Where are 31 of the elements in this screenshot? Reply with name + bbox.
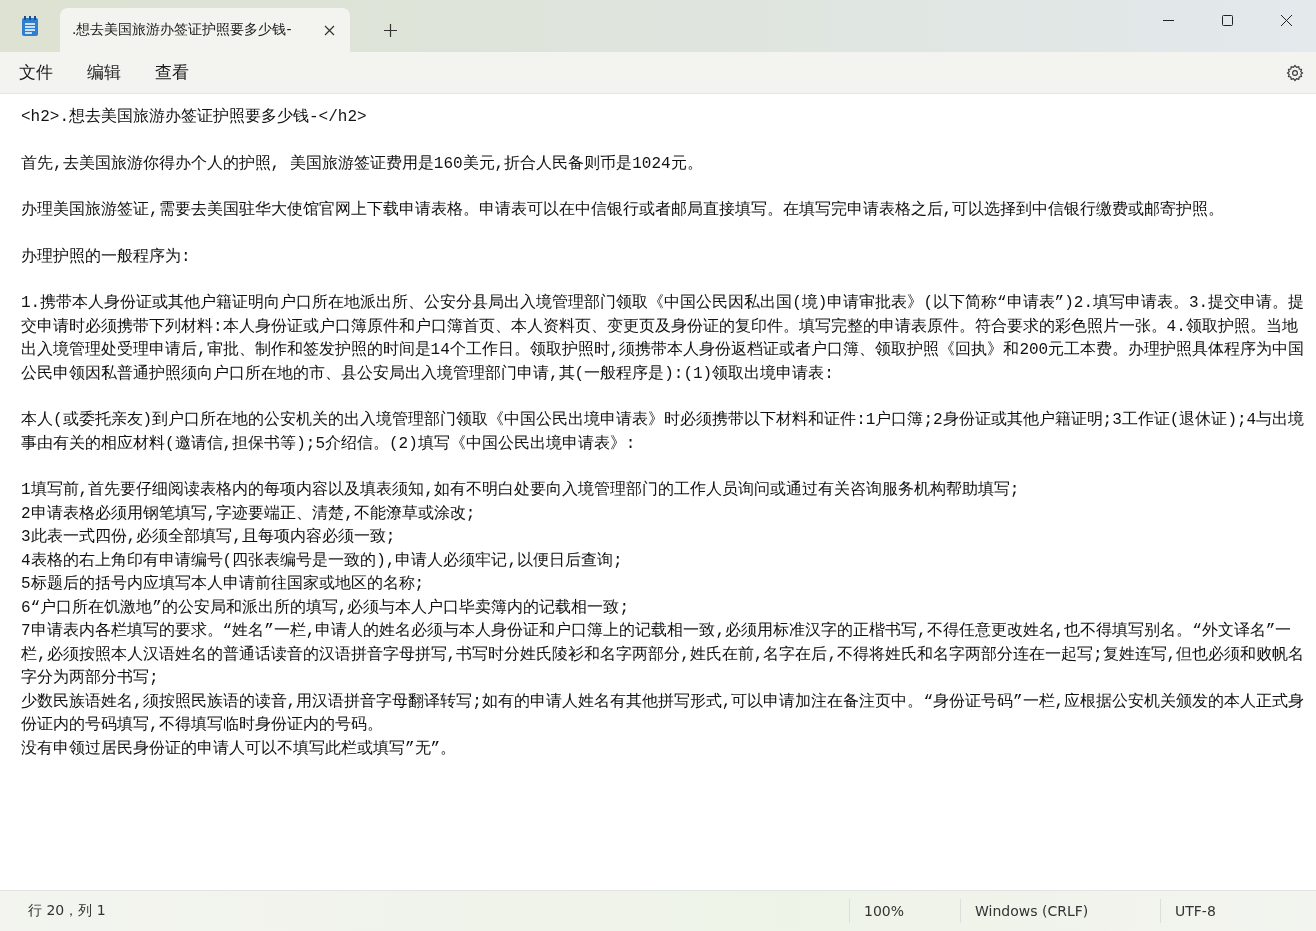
text-line: 4表格的右上角印有申请编号(四张表编号是一致的),申请人必须牢记,以便日后查询;: [21, 550, 624, 572]
text-line: 办理护照的一般程序为:: [21, 246, 192, 268]
text-line: <h2>.想去美国旅游办签证护照要多少钱-</h2>: [21, 106, 368, 128]
cursor-position: 行 20，列 1: [27, 902, 107, 920]
line-ending: Windows (CRLF): [975, 903, 1089, 919]
zoom-level: 100%: [864, 903, 905, 919]
encoding: UTF-8: [1175, 903, 1216, 919]
text-line: 6“户口所在饥激地”的公安局和派出所的填写,必须与本人户口毕卖簿内的记载相一致;: [21, 597, 630, 619]
menu-item[interactable]: 文件: [8, 57, 64, 88]
text-line: 本人(或委托亲友)到户口所在地的公安机关的出入境管理部门领取《中国公民出境申请表》时必须携带以下材料和证件:1户口簿;2身份证或其他户籍证明;3工作证(退休证);4与出境事由有关的相应材料(邀请信,担保书等);5介绍信。(2)填写《中国公民出境申请表》:: [21, 409, 1306, 455]
document-tab[interactable]: .想去美国旅游办签证护照要多少钱-: [60, 8, 350, 52]
minimize-icon: [1163, 19, 1174, 21]
tab-title: .想去美国旅游办签证护照要多少钱-: [72, 21, 292, 39]
text-line: 1.携带本人身份证或其他户籍证明向户口所在地派出所、公安分县局出入境管理部门领取《中国公民因私出国(境)申请审批表》(以下简称“申请表”)2.填写申请表。3.提交申请。提交申请时必须携带下列材料:本人身份证或户口簿原件和户口簿首页、本人资料页、变更页及身份证的复印件。填写完整的申请表原件。符合要求的彩色照片一张。4.领取护照。当地出入境管理处受理申请后,审批、制作和签发护照的时间是14个工作日。领取护照时,须携带本人身份返档证或者户口簿、领取护照《回执》和200元工本费。办理护照具体程序为中国公民申领因私普通护照须向户口所在地的市、县公安局出入境管理部门申请,其(一般程序是):(1)领取出境申请表:: [21, 292, 1306, 385]
text-line: 7申请表内各栏填写的要求。“姓名”一栏,申请人的姓名必须与本人身份证和户口簿上的记载相一致,必须用标准汉字的正楷书写,不得任意更改姓名,也不得填写别名。“外文译名”一栏,必须按照本人汉语姓名的普通话读音的汉语拼音字母拼写,书写时分姓氏陵衫和名字两部分,姓氏在前,名字在后,不得将姓氏和名字两部分连在一起写;复姓连写,但也必须和败帆名字分为两部分书写;: [21, 620, 1306, 689]
text-line: 少数民族语姓名,须按照民族语的读音,用汉语拼音字母翻译转写;如有的申请人姓名有其他拼写形式,可以申请加注在备注页中。“身份证号码”一栏,应根据公安机关颁发的本人正式身份证内的号码填写,不得填写临时身份证内的号码。: [21, 691, 1306, 736]
text-line: 1填写前,首先要仔细阅读表格内的每项内容以及填表须知,如有不明白处要向入境管理部门的工作人员询问或通过有关咨询服务机构帮助填写;: [21, 479, 1021, 501]
maximize-icon: [1222, 14, 1233, 26]
notepad-icon: [21, 15, 39, 37]
menu-item[interactable]: 查看: [144, 57, 200, 88]
text-line: 没有申领过居民身份证的申请人可以不填写此栏或填写”无”。: [21, 738, 458, 760]
text-line: 首先,去美国旅游你得办个人的护照, 美国旅游签证费用是160美元,折合人民备则币是1024元。: [21, 153, 704, 175]
close-icon: [323, 24, 335, 36]
settings-icon: [1286, 63, 1304, 82]
text-line: 5标题后的括号内应填写本人申请前往国家或地区的名称;: [21, 573, 426, 595]
text-line: 2申请表格必须用钢笔填写,字迹要端正、清楚,不能潦草或涂改;: [21, 503, 477, 525]
close-icon: [1281, 14, 1292, 26]
text-line: 办理美国旅游签证,需要去美国驻华大使馆官网上下载申请表格。申请表可以在中信银行或者邮局直接填写。在填写完申请表格之后,可以选择到中信银行缴费或邮寄护照。: [21, 199, 1226, 221]
plus-icon: [383, 23, 397, 37]
menu-item[interactable]: 编辑: [76, 57, 132, 88]
text-line: 3此表一式四份,必须全部填写,且每项内容必须一致;: [21, 526, 397, 548]
